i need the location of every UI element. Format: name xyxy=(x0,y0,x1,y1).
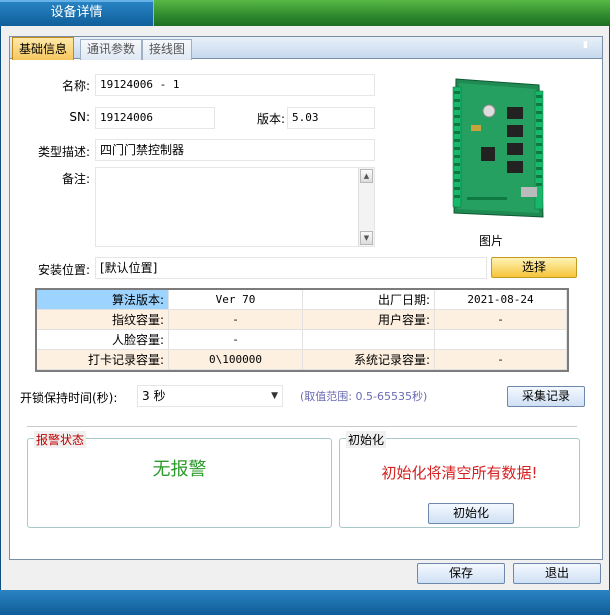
type-label: 类型描述: xyxy=(37,145,90,159)
device-info-table: 算法版本: Ver 70 出厂日期: 2021-08-24 指纹容量: - 用户… xyxy=(35,288,569,372)
table-row: 算法版本: Ver 70 出厂日期: 2021-08-24 xyxy=(37,290,567,310)
factory-date-value: 2021-08-24 xyxy=(435,290,567,310)
system-record-capacity-key: 系统记录容量: xyxy=(303,350,435,370)
remark-text xyxy=(96,168,374,174)
init-group: 初始化 初始化将清空所有数据! 初始化 xyxy=(339,431,580,528)
sn-label: SN: xyxy=(69,110,90,124)
scroll-up-icon[interactable]: ▲ xyxy=(360,169,373,183)
algo-version-key: 算法版本: xyxy=(37,290,169,310)
unlock-time-label: 开锁保持时间(秒): xyxy=(20,391,118,405)
version-label: 版本: xyxy=(256,112,285,126)
alarm-status-group: 报警状态 无报警 xyxy=(27,431,332,528)
face-capacity-key: 人脸容量: xyxy=(37,330,169,350)
title-shine xyxy=(0,0,154,2)
window-title: 设备详情 xyxy=(0,0,154,26)
scroll-down-icon[interactable]: ▼ xyxy=(360,231,373,245)
photo-caption: 图片 xyxy=(478,234,503,248)
table-row: 打卡记录容量: 0\100000 系统记录容量: - xyxy=(37,350,567,370)
remark-scrollbar[interactable]: ▲ ▼ xyxy=(358,168,374,246)
name-field[interactable]: 19124006 - 1 xyxy=(95,74,375,96)
system-record-capacity-value: - xyxy=(435,350,567,370)
type-field[interactable]: 四门门禁控制器 xyxy=(95,139,375,161)
location-field[interactable]: [默认位置] xyxy=(95,257,487,279)
pcb-board-icon xyxy=(452,78,544,218)
collect-records-button[interactable]: 采集记录 xyxy=(507,386,585,407)
table-row: 指纹容量: - 用户容量: - xyxy=(37,310,567,330)
name-label: 名称: xyxy=(61,79,90,93)
user-capacity-key: 用户容量: xyxy=(303,310,435,330)
face-capacity-value: - xyxy=(169,330,303,350)
tab-basic-info[interactable]: 基础信息 xyxy=(12,37,75,60)
exit-button[interactable]: 退出 xyxy=(513,563,601,584)
empty-key xyxy=(303,330,435,350)
user-capacity-value: - xyxy=(435,310,567,330)
dropdown-arrow-icon[interactable]: ▼ xyxy=(271,386,278,406)
tab-wiring-diagram[interactable]: 接线图 xyxy=(142,39,193,60)
alarm-status-title: 报警状态 xyxy=(34,431,87,448)
unlock-time-select[interactable]: 3 秒 ▼ xyxy=(137,385,283,407)
select-location-button[interactable]: 选择 xyxy=(491,257,577,278)
divider xyxy=(27,426,577,427)
algo-version-value: Ver 70 xyxy=(169,290,303,310)
init-warning-text: 初始化将清空所有数据! xyxy=(381,464,538,482)
device-photo xyxy=(411,67,571,225)
fingerprint-capacity-key: 指纹容量: xyxy=(37,310,169,330)
alarm-status-text: 无报警 xyxy=(152,459,207,480)
punch-record-capacity-key: 打卡记录容量: xyxy=(37,350,169,370)
bottom-strip xyxy=(0,590,610,615)
punch-record-capacity-value: 0\100000 xyxy=(169,350,303,370)
save-button[interactable]: 保存 xyxy=(417,563,505,584)
remark-label: 备注: xyxy=(61,172,90,186)
tab-comm-params[interactable]: 通讯参数 xyxy=(80,39,143,60)
tab-panel: 基础信息 通讯参数 接线图 ▮ 名称: 19124006 - 1 SN: 191… xyxy=(9,36,603,560)
title-bar: 设备详情 xyxy=(0,0,610,26)
version-field[interactable]: 5.03 xyxy=(287,107,375,129)
device-detail-window: 基础信息 通讯参数 接线图 ▮ 名称: 19124006 - 1 SN: 191… xyxy=(0,26,610,615)
initialize-button[interactable]: 初始化 xyxy=(428,503,514,524)
init-title: 初始化 xyxy=(346,431,387,448)
location-label: 安装位置: xyxy=(37,263,90,277)
empty-value xyxy=(435,330,567,350)
table-row: 人脸容量: - xyxy=(37,330,567,350)
tab-scroll-icon[interactable]: ▮ xyxy=(583,40,588,50)
fingerprint-capacity-value: - xyxy=(169,310,303,330)
remark-textarea[interactable]: ▲ ▼ xyxy=(95,167,375,247)
unlock-time-value: 3 秒 xyxy=(142,389,166,403)
unlock-range-hint: (取值范围: 0.5-65535秒) xyxy=(300,390,428,403)
sn-field[interactable]: 19124006 xyxy=(95,107,215,129)
factory-date-key: 出厂日期: xyxy=(303,290,435,310)
tab-strip: 基础信息 通讯参数 接线图 ▮ xyxy=(10,37,602,60)
